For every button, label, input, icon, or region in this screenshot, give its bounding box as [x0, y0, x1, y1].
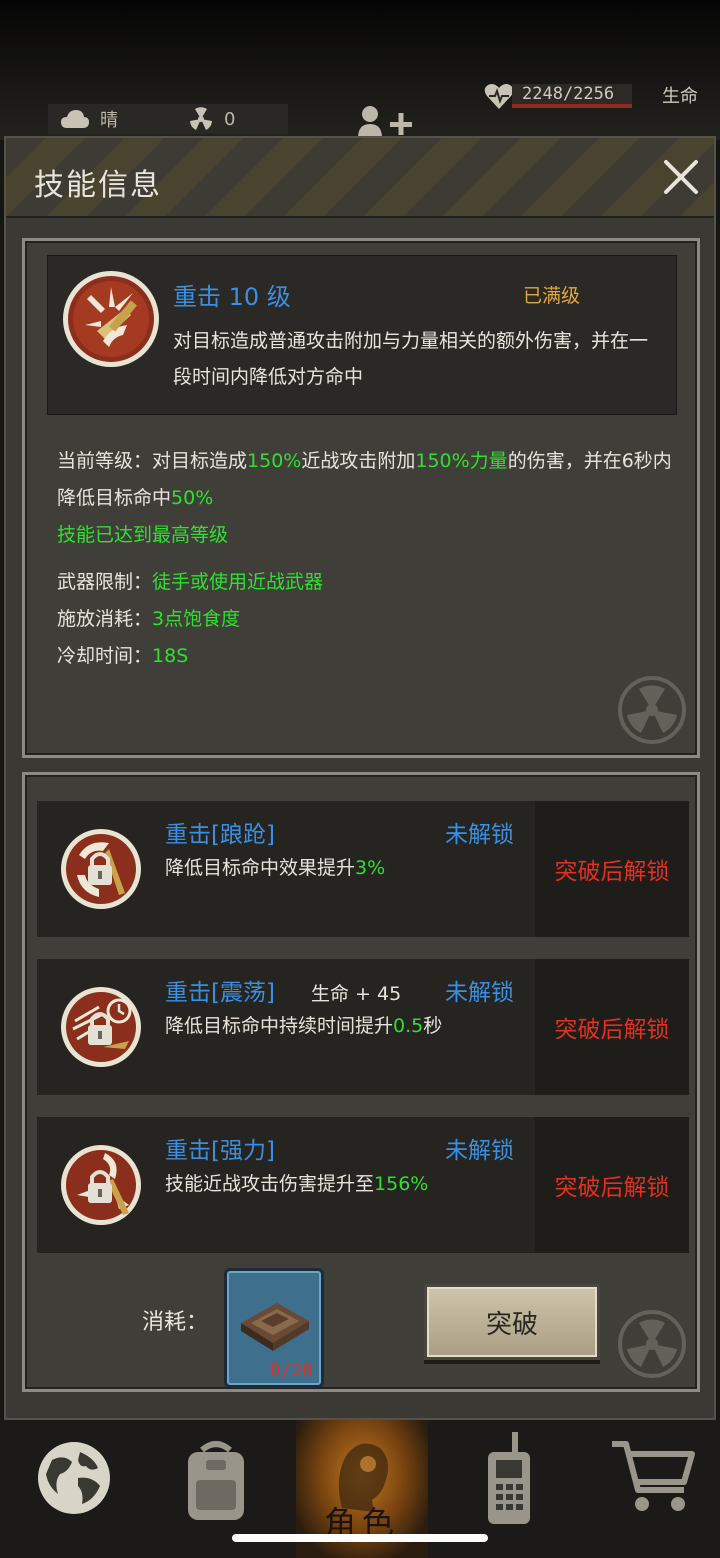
unlock-hint: 突破后解锁	[535, 1117, 689, 1253]
upgrade-description: 技能近战攻击伤害提升至156%	[165, 1169, 428, 1196]
radiation-watermark-icon	[618, 676, 686, 744]
cast-cost-value: 3点饱食度	[152, 608, 241, 630]
maxed-label: 已满级	[523, 285, 581, 307]
radiation-watermark-icon	[618, 1310, 686, 1378]
current-value-1: 150%	[247, 450, 302, 472]
upgrade-row[interactable]: 重击[强力] 未解锁 技能近战攻击伤害提升至156% 突破后解锁	[37, 1117, 689, 1253]
radiation-icon	[190, 107, 212, 130]
upgrade-name: 重击[震荡]	[165, 980, 275, 1006]
radiation-value: 0	[224, 108, 236, 130]
cost-label: 消耗：	[142, 1310, 209, 1335]
upgrade-status: 未解锁	[445, 1138, 514, 1164]
dialog-header: 技能信息	[6, 138, 714, 218]
upgrade-description: 降低目标命中效果提升3%	[165, 853, 385, 880]
weather-text: 晴	[100, 110, 118, 131]
upgrade-name: 重击[强力]	[165, 1138, 275, 1164]
heavy-strike-skill-icon	[63, 271, 159, 367]
weapon-restriction: 武器限制：徒手或使用近战武器	[57, 564, 677, 601]
close-icon[interactable]	[658, 154, 704, 200]
cooldown-value: 18S	[152, 645, 189, 667]
upgrade-row[interactable]: 重击[踉跄] 未解锁 降低目标命中效果提升3% 突破后解锁	[37, 801, 689, 937]
skill-description: 对目标造成普通攻击附加与力量相关的额外伤害，并在一段时间内降低对方命中	[173, 330, 649, 388]
home-indicator[interactable]	[232, 1534, 488, 1542]
heart-icon	[484, 84, 514, 109]
hp-stat: 2248/2256 生命	[480, 80, 720, 114]
radiation-stat: 0	[178, 104, 288, 134]
skill-info-dialog: 技能信息 重击 10 级 已满级 对目标造成普通攻击附加与力量相关的额外伤害，并…	[4, 136, 716, 1420]
upgrade-bonus: 生命 + 45	[311, 983, 402, 1005]
add-person-icon[interactable]	[354, 104, 414, 138]
weapon-label: 武器限制：	[57, 571, 153, 593]
upgrade-desc-value: 0.5	[393, 1015, 424, 1037]
cart-icon	[612, 1441, 695, 1511]
upgrade-desc-value: 156%	[374, 1173, 429, 1195]
upgrade-desc-value: 3%	[355, 857, 386, 879]
cloud-icon	[61, 110, 89, 128]
upgrade-name: 重击[踉跄]	[165, 822, 275, 848]
hp-bar: 2248/2256	[512, 84, 632, 108]
dialog-title: 技能信息	[34, 168, 162, 203]
skill-name: 重击 10 级	[173, 283, 291, 311]
weather-stat: 晴	[48, 104, 188, 134]
current-value-2: 150%力量	[415, 450, 508, 472]
cast-cost-label: 施放消耗：	[57, 608, 153, 630]
radio-icon	[488, 1432, 530, 1524]
material-box-icon	[241, 1303, 309, 1351]
current-value-3: 50%	[171, 487, 214, 509]
breakthrough-button[interactable]: 突破	[424, 1284, 600, 1360]
stagger-upgrade-icon	[61, 829, 141, 909]
status-bar: 晴 0 2248/2256 生命	[0, 0, 720, 140]
upgrade-description: 降低目标命中持续时间提升0.5秒	[165, 1011, 442, 1038]
cost-count: 0/20	[269, 1360, 313, 1381]
hp-label: 生命	[662, 86, 698, 107]
upgrade-desc-prefix: 降低目标命中效果提升	[165, 857, 356, 879]
max-level-note: 技能已达到最高等级	[57, 524, 229, 546]
skill-details: 当前等级：对目标造成150%近战攻击附加150%力量的伤害，并在6秒内降低目标命…	[57, 443, 677, 675]
nav-shop[interactable]	[584, 1420, 720, 1558]
cast-cost: 施放消耗：3点饱食度	[57, 601, 677, 638]
cooldown-label: 冷却时间：	[57, 645, 153, 667]
upgrade-desc-prefix: 技能近战攻击伤害提升至	[165, 1173, 375, 1195]
power-upgrade-icon	[61, 1145, 141, 1225]
backpack-icon	[188, 1441, 244, 1520]
skill-header-card: 重击 10 级 已满级 对目标造成普通攻击附加与力量相关的额外伤害，并在一段时间…	[47, 255, 677, 415]
upgrade-status: 未解锁	[445, 980, 514, 1006]
skill-info-panel: 重击 10 级 已满级 对目标造成普通攻击附加与力量相关的额外伤害，并在一段时间…	[22, 238, 700, 758]
globe-icon	[38, 1442, 110, 1514]
unlock-hint: 突破后解锁	[535, 959, 689, 1095]
nav-map[interactable]	[0, 1420, 144, 1558]
upgrade-status: 未解锁	[445, 822, 514, 848]
upgrade-row[interactable]: 重击[震荡] 生命 + 45 未解锁 降低目标命中持续时间提升0.5秒 突破后解…	[37, 959, 689, 1095]
current-level-prefix: 当前等级：对目标造成	[57, 450, 248, 472]
concussion-upgrade-icon	[61, 987, 141, 1067]
hp-text: 2248/2256	[522, 84, 615, 104]
cooldown: 冷却时间：18S	[57, 638, 677, 675]
cost-item-slot[interactable]: 0/20	[224, 1268, 324, 1388]
current-level-mid: 近战攻击附加	[301, 450, 416, 472]
weapon-value: 徒手或使用近战武器	[152, 571, 324, 593]
upgrade-desc-prefix: 降低目标命中持续时间提升	[165, 1015, 394, 1037]
current-level-text: 当前等级：对目标造成150%近战攻击附加150%力量的伤害，并在6秒内降低目标命…	[57, 443, 677, 517]
game-screen: 晴 0 2248/2256 生命 技能信息 重击 10 级 已满级 对目标造成普…	[0, 0, 720, 1558]
upgrade-desc-suffix: 秒	[423, 1015, 443, 1037]
unlock-hint: 突破后解锁	[535, 801, 689, 937]
